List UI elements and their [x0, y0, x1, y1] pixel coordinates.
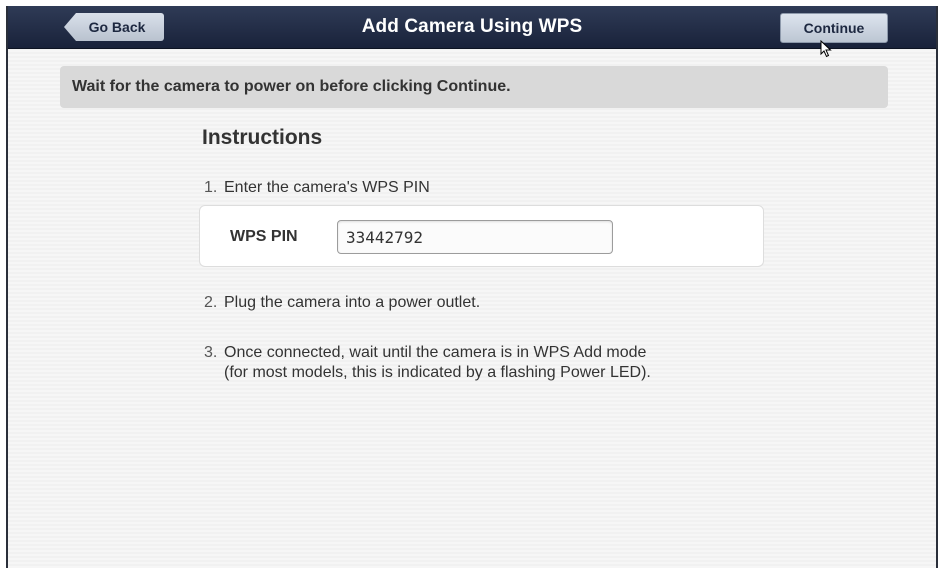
- power-on-notice: Wait for the camera to power on before c…: [60, 66, 888, 108]
- step-text: Enter the camera's WPS PIN: [224, 179, 430, 196]
- wps-pin-card: WPS PIN: [199, 205, 764, 267]
- wps-pin-label: WPS PIN: [230, 228, 298, 245]
- step-number: 2.: [204, 294, 218, 311]
- step-number: 1.: [204, 179, 218, 196]
- go-back-button[interactable]: Go Back: [64, 13, 164, 41]
- step-text: Once connected, wait until the camera is…: [224, 344, 647, 361]
- mouse-cursor-icon: [820, 40, 832, 58]
- title-bar: Add Camera Using WPS Go Back Continue: [8, 6, 936, 49]
- app-window: Add Camera Using WPS Go Back Continue Wa…: [6, 6, 938, 568]
- step-1: 1. Enter the camera's WPS PIN: [204, 178, 430, 198]
- wps-pin-input[interactable]: [337, 220, 613, 254]
- step-text: Plug the camera into a power outlet.: [224, 294, 481, 311]
- step-2: 2. Plug the camera into a power outlet.: [204, 293, 480, 313]
- step-number: 3.: [204, 344, 218, 361]
- instructions-heading: Instructions: [202, 126, 323, 149]
- step-3: 3. Once connected, wait until the camera …: [204, 343, 651, 383]
- continue-button[interactable]: Continue: [780, 13, 888, 43]
- step-text-continued: (for most models, this is indicated by a…: [224, 364, 651, 381]
